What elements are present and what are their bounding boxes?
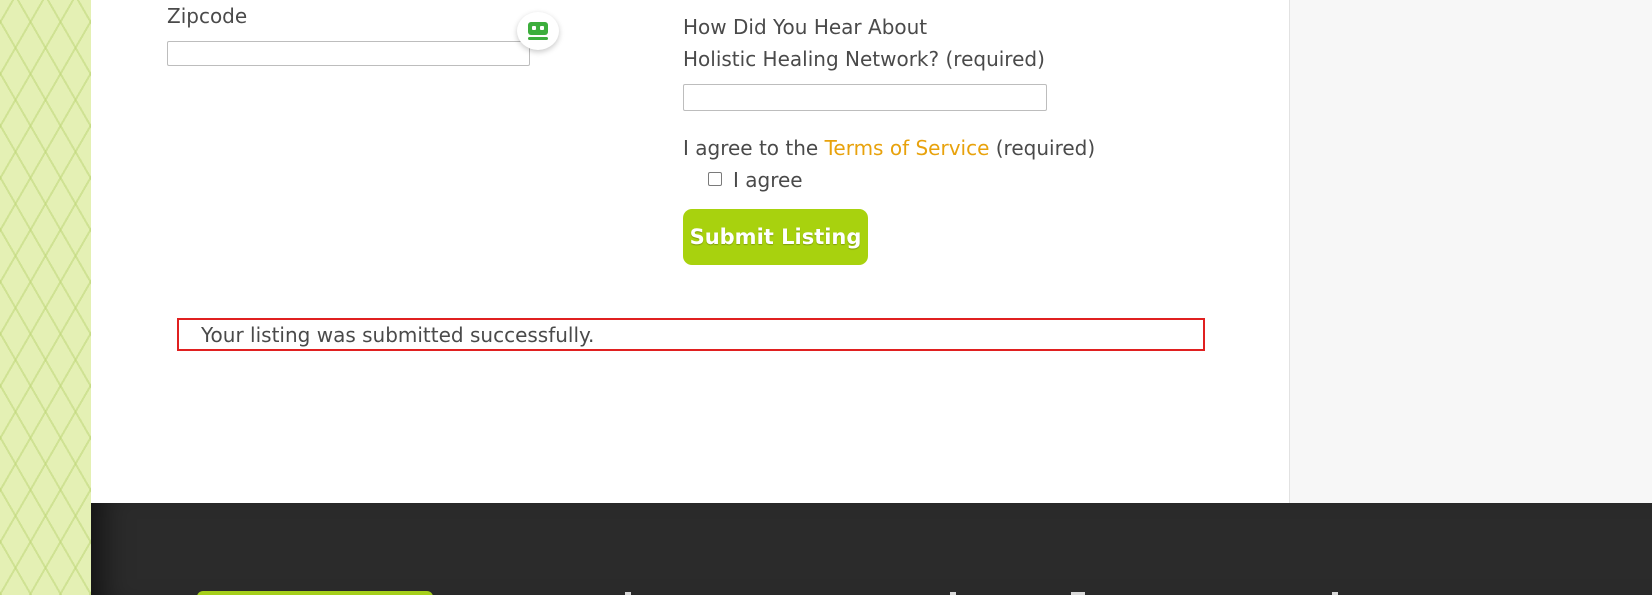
footer	[91, 503, 1652, 595]
zipcode-label: Zipcode	[167, 4, 248, 28]
agree-prefix-text: I agree to the	[683, 136, 819, 160]
page: Zipcode How Did You Hear About Holistic …	[0, 0, 1652, 595]
robot-face-icon	[528, 22, 548, 40]
hear-about-label-line1: How Did You Hear About	[683, 15, 928, 39]
submit-listing-button[interactable]: Submit Listing	[683, 209, 868, 265]
agree-checkbox-label[interactable]: I agree	[733, 168, 803, 192]
terms-agreement-text: I agree to the Terms of Service (require…	[683, 136, 1095, 160]
zipcode-input[interactable]	[167, 41, 530, 66]
footer-button[interactable]	[197, 591, 433, 595]
agree-checkbox[interactable]	[708, 172, 722, 186]
terms-of-service-link[interactable]: Terms of Service	[825, 136, 990, 160]
autofill-helper-button[interactable]	[517, 12, 559, 50]
side-pattern-background	[0, 0, 91, 595]
right-sidebar-area	[1290, 0, 1652, 503]
success-message-text: Your listing was submitted successfully.	[201, 323, 595, 347]
success-message-box: Your listing was submitted successfully.	[177, 318, 1205, 351]
agree-required-text: (required)	[995, 136, 1096, 160]
hear-about-input[interactable]	[683, 84, 1047, 111]
hear-about-label-line2: Holistic Healing Network? (required)	[683, 47, 1045, 71]
